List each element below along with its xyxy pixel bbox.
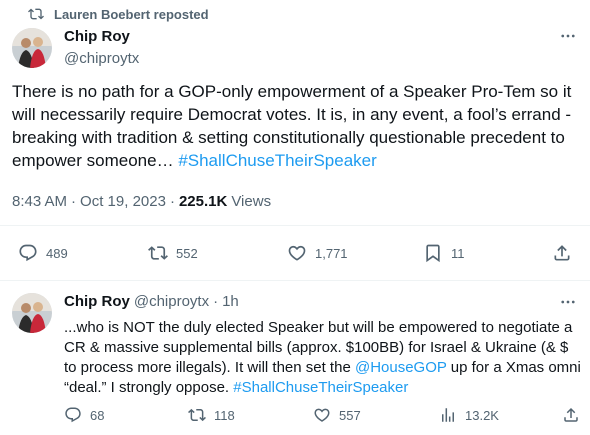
repost-icon (28, 8, 44, 20)
repost-count: 118 (214, 407, 235, 423)
share-icon (564, 407, 578, 422)
tweet-header: Chip Roy @chiproytx · 1h (64, 293, 239, 310)
author-name[interactable]: Chip Roy (64, 293, 130, 310)
heart-icon (314, 408, 330, 422)
repost-header[interactable]: Lauren Boebert reposted (28, 6, 209, 22)
mention-link[interactable]: @HouseGOP (355, 359, 447, 376)
share-icon (554, 245, 570, 261)
author-handle[interactable]: @chiproytx (64, 50, 139, 67)
more-options-button[interactable] (558, 292, 578, 312)
repost-button[interactable]: 118 (188, 406, 235, 424)
views-count: 13.2K (465, 407, 499, 423)
like-button[interactable]: 1,771 (287, 243, 348, 263)
like-count: 1,771 (315, 245, 348, 261)
meta-separator: · (213, 293, 219, 310)
repost-text: Lauren Boebert reposted (54, 6, 209, 22)
tweet-time-ago[interactable]: 1h (222, 293, 239, 310)
avatar[interactable] (12, 28, 52, 68)
tweet-text: ...who is NOT the duly elected Speaker b… (64, 318, 584, 398)
reply-count: 68 (90, 407, 105, 423)
author-handle[interactable]: @chiproytx (134, 293, 209, 310)
hashtag-link[interactable]: #ShallChuseTheirSpeaker (233, 379, 408, 396)
hashtag-link[interactable]: #ShallChuseTheirSpeaker (178, 151, 376, 170)
reply-icon (65, 407, 81, 423)
repost-icon (188, 408, 206, 422)
divider (0, 225, 590, 226)
meta-separator: · (71, 193, 77, 210)
tweet-meta: 8:43 AM · Oct 19, 2023 · 225.1K Views (12, 193, 271, 210)
divider (0, 280, 590, 281)
tweet-date[interactable]: Oct 19, 2023 (80, 193, 166, 210)
tweet-time[interactable]: 8:43 AM (12, 193, 67, 210)
bookmark-count: 11 (451, 245, 465, 261)
heart-icon (288, 245, 306, 261)
reply-icon (19, 244, 37, 262)
tweet-text: There is no path for a GOP-only empowerm… (12, 80, 572, 172)
repost-count: 552 (176, 245, 198, 261)
bookmark-icon (426, 244, 440, 263)
meta-separator: · (169, 193, 175, 210)
more-options-button[interactable] (558, 26, 578, 46)
share-button[interactable] (552, 243, 572, 263)
repost-icon (148, 246, 168, 260)
reply-count: 489 (46, 245, 68, 261)
views-icon (442, 408, 454, 422)
views-count: 225.1K (178, 193, 228, 210)
more-icon (561, 300, 575, 304)
reply-button[interactable]: 489 (18, 243, 68, 263)
avatar[interactable] (12, 293, 52, 333)
bookmark-button[interactable]: 11 (423, 243, 465, 263)
like-button[interactable]: 557 (313, 406, 361, 424)
views-button[interactable]: 13.2K (439, 406, 499, 424)
reply-button[interactable]: 68 (64, 406, 104, 424)
views-label: Views (231, 193, 272, 210)
tweet-actions: 489 552 1,771 11 (0, 241, 590, 265)
like-count: 557 (339, 407, 361, 423)
share-button[interactable] (562, 406, 580, 424)
repost-button[interactable]: 552 (148, 243, 198, 263)
more-icon (561, 34, 575, 38)
author-name[interactable]: Chip Roy (64, 28, 130, 45)
